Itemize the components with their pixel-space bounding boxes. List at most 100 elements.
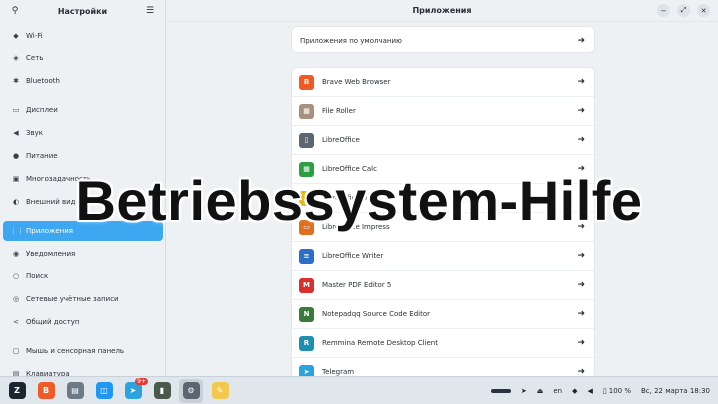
terminal-launcher[interactable]: ▮ — [150, 379, 174, 403]
default-apps-label: Приложения по умолчанию — [300, 36, 402, 45]
sidebar-item-label: Дисплеи — [26, 106, 58, 114]
sidebar-item[interactable]: ▭ Дисплеи — [3, 100, 163, 120]
app-row[interactable]: ▯ LibreOffice ➜ — [292, 126, 594, 155]
app-name: Remmina Remote Desktop Client — [322, 339, 438, 347]
telegram-icon: ➤ — [124, 382, 142, 399]
workspace-indicator[interactable] — [490, 389, 511, 393]
send-icon[interactable]: ➤ — [521, 387, 527, 395]
default-apps-row[interactable]: Приложения по умолчанию ➜ — [292, 27, 594, 54]
sidebar-item-label: Wi-Fi — [26, 32, 43, 40]
text-editor-launcher[interactable]: ✎ — [208, 379, 232, 403]
volume-icon[interactable]: ◀ — [587, 387, 592, 395]
notification-badge: 9+ — [135, 377, 148, 385]
sidebar-item[interactable]: ● Питание — [3, 146, 163, 166]
sidebar-item-icon: < — [13, 318, 19, 326]
taskbar: Z B ▤ ◫ ➤ 9+ ▮ ⚙ ✎ ➤ ⏏ en ◆ ◀ ▯ 100 % Вс, 22 март… — [0, 376, 718, 404]
sidebar-item[interactable]: ○ Поиск — [3, 266, 163, 286]
sidebar-item[interactable]: ▢ Мышь и сенсорная панель — [3, 341, 163, 361]
app-row[interactable]: M Master PDF Editor 5 ➜ — [292, 271, 594, 300]
arrow-right-icon: ➜ — [577, 251, 585, 261]
sidebar-item-icon: ▭ — [12, 106, 20, 114]
app-name: Brave Web Browser — [322, 78, 391, 86]
app-name: Notepadqq Source Code Editor — [322, 310, 430, 318]
sidebar-item-icon: ◀ — [13, 129, 19, 137]
sidebar-item-icon: ◉ — [12, 250, 20, 258]
sidebar-item-label: Звук — [26, 129, 43, 137]
files-launcher[interactable]: ▤ — [63, 379, 87, 403]
app-row[interactable]: R Remmina Remote Desktop Client ➜ — [292, 329, 594, 358]
app-row[interactable]: N Notepadqq Source Code Editor ➜ — [292, 300, 594, 329]
arrow-right-icon: ➜ — [577, 135, 585, 145]
app-name: LibreOffice Writer — [322, 252, 384, 260]
sidebar-header: ⚲ Настройки ☰ — [0, 0, 165, 22]
sidebar-item-icon: ◈ — [13, 54, 19, 62]
sidebar-item-label: Сетевые учётные записи — [26, 295, 119, 303]
settings-launcher[interactable]: ⚙ — [179, 378, 203, 403]
arrow-right-icon: ➜ — [577, 280, 585, 290]
sidebar-item-icon: ▢ — [12, 347, 20, 355]
app-icon: B — [299, 74, 314, 90]
battery-icon: ▯ — [602, 387, 607, 395]
sidebar-item[interactable]: ◎ Сетевые учётные записи — [3, 289, 163, 309]
zorin-menu-launcher[interactable]: Z — [5, 379, 29, 403]
app-row[interactable]: ≡ LibreOffice Writer ➜ — [292, 242, 594, 271]
app-name: File Roller — [322, 107, 356, 115]
search-icon[interactable]: ⚲ — [8, 4, 22, 18]
main-header: Приложения − ⤢ ✕ — [166, 0, 718, 22]
sidebar-item-label: Мышь и сенсорная панель — [26, 347, 125, 355]
software-store-icon: ◫ — [95, 382, 113, 399]
app-name: LibreOffice — [322, 136, 360, 144]
arrow-right-icon: ➜ — [577, 106, 585, 116]
sidebar-item-label: Уведомления — [26, 250, 76, 258]
sidebar-item-label: Поиск — [26, 272, 49, 280]
hamburger-menu-icon[interactable]: ☰ — [143, 4, 157, 18]
zorin-menu-icon: Z — [8, 382, 26, 399]
app-name: Master PDF Editor 5 — [322, 281, 392, 289]
text-editor-icon: ✎ — [211, 382, 229, 399]
overlay-title: Betriebssystem-Hilfe — [75, 169, 643, 232]
app-row[interactable]: B Brave Web Browser ➜ — [292, 68, 594, 97]
wifi-icon[interactable]: ◆ — [572, 387, 577, 395]
arrow-right-icon: ➜ — [577, 309, 585, 319]
app-icon: M — [299, 277, 314, 293]
language-indicator[interactable]: en — [553, 387, 562, 395]
app-icon: ▦ — [299, 103, 314, 119]
sidebar-item[interactable]: ✱ Bluetooth — [3, 71, 163, 91]
brave-launcher[interactable]: B — [34, 379, 58, 403]
arrow-right-icon: ➜ — [577, 35, 585, 46]
brave-icon: B — [37, 382, 55, 399]
sidebar-item-label: Сеть — [26, 54, 44, 62]
files-icon: ▤ — [66, 382, 84, 399]
minimize-button[interactable]: − — [657, 4, 670, 17]
maximize-button[interactable]: ⤢ — [677, 4, 690, 17]
arrow-right-icon: ➜ — [577, 77, 585, 87]
sidebar-item-label: Питание — [26, 152, 58, 160]
sidebar-item-icon: ○ — [12, 272, 20, 280]
sidebar-item[interactable]: < Общий доступ — [3, 312, 163, 332]
app-name: Telegram — [322, 368, 355, 376]
sidebar-title: Настройки — [57, 6, 108, 16]
app-row[interactable]: ▦ File Roller ➜ — [292, 97, 594, 126]
sidebar-item[interactable]: ◆ Wi-Fi — [3, 26, 163, 46]
sidebar-item-label: Bluetooth — [26, 77, 60, 85]
sidebar-item-icon: ● — [12, 152, 20, 160]
app-icon: ▯ — [299, 132, 314, 148]
app-icon: N — [299, 306, 314, 322]
terminal-icon: ▮ — [153, 382, 171, 399]
eject-icon[interactable]: ⏏ — [537, 387, 544, 395]
close-button[interactable]: ✕ — [697, 4, 710, 17]
sidebar-item[interactable]: ◈ Сеть — [3, 48, 163, 68]
taskbar-apps: Z B ▤ ◫ ➤ 9+ ▮ ⚙ ✎ — [0, 377, 232, 403]
software-store-launcher[interactable]: ◫ — [92, 379, 116, 403]
app-icon: R — [299, 335, 314, 351]
sidebar-item[interactable]: ◉ Уведомления — [3, 244, 163, 264]
app-icon: ≡ — [299, 248, 314, 264]
telegram-launcher[interactable]: ➤ 9+ — [121, 377, 148, 403]
system-tray: ➤ ⏏ en ◆ ◀ ▯ 100 % Вс, 22 марта 18:30 — [490, 377, 710, 404]
default-apps-card: Приложения по умолчанию ➜ — [291, 26, 595, 53]
sidebar-item[interactable]: ◀ Звук — [3, 123, 163, 143]
window-controls: − ⤢ ✕ — [657, 4, 710, 17]
sidebar-item-label: Общий доступ — [26, 318, 80, 326]
clock[interactable]: Вс, 22 марта 18:30 — [641, 387, 710, 395]
battery-indicator[interactable]: ▯ 100 % — [603, 387, 631, 395]
